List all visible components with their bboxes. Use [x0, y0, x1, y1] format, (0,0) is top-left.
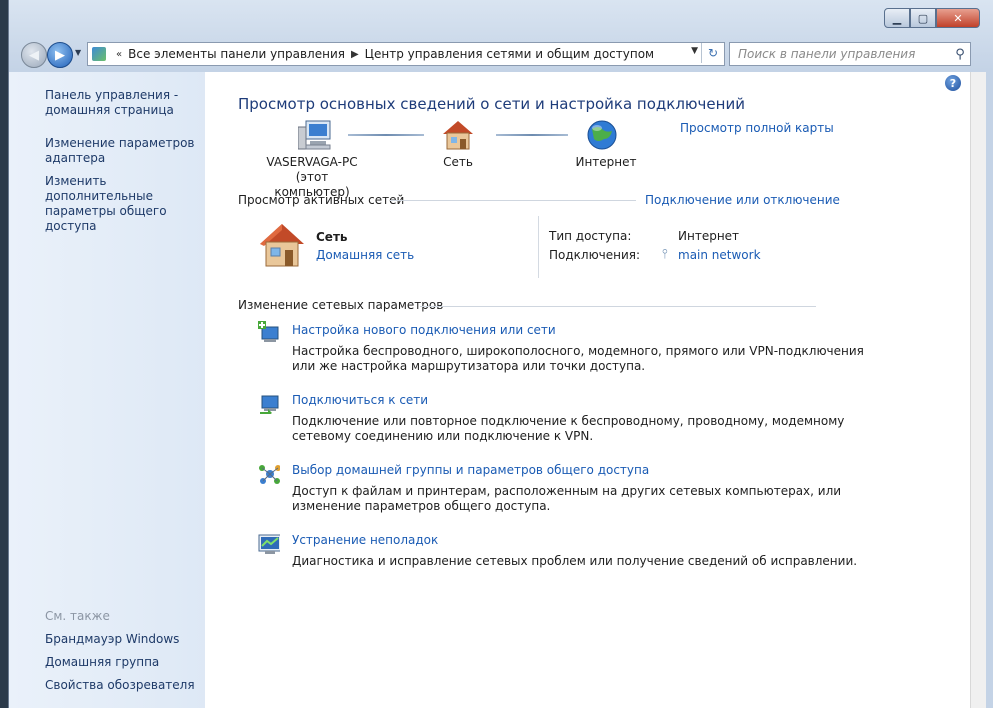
control-panel-icon — [92, 47, 106, 61]
recent-pages-dropdown[interactable]: ▼ — [75, 48, 81, 57]
breadcrumb-network-center[interactable]: Центр управления сетями и общим доступом — [365, 47, 654, 61]
caption-buttons: ▁ ▢ ✕ — [884, 8, 980, 28]
home-network-icon — [443, 121, 473, 150]
connect-disconnect-link[interactable]: Подключение или отключение — [645, 193, 840, 207]
sidebar-link-internet-options[interactable]: Свойства обозревателя — [45, 678, 210, 693]
task-connect-network-desc-2: сетевому соединению или подключение к VP… — [292, 429, 594, 443]
chevron-right-icon[interactable]: ▶ — [351, 49, 359, 60]
task-connect-network-desc-1: Подключение или повторное подключение к … — [292, 414, 845, 428]
arrow-left-icon: ◀ — [29, 47, 39, 63]
divider — [420, 306, 816, 307]
sidebar: Панель управления - домашняя страница Из… — [9, 72, 214, 708]
full-map-link[interactable]: Просмотр полной карты — [680, 121, 834, 135]
minimize-button[interactable]: ▁ — [884, 8, 910, 28]
home-network-large-icon — [260, 224, 304, 267]
task-homegroup-desc-1: Доступ к файлам и принтерам, расположенн… — [292, 484, 842, 498]
search-input[interactable]: Поиск в панели управления — [730, 47, 950, 61]
address-bar[interactable]: « Все элементы панели управления ▶ Центр… — [87, 42, 725, 66]
search-box[interactable]: Поиск в панели управления ⚲ — [729, 42, 971, 66]
task-troubleshoot-link[interactable]: Устранение неполадок — [292, 533, 438, 547]
see-also-heading: См. также — [45, 609, 110, 623]
vertical-divider — [538, 216, 539, 278]
right-edge — [970, 72, 986, 708]
computer-icon — [298, 120, 331, 150]
map-internet-label: Интернет — [575, 155, 637, 169]
task-new-connection-desc-2: или же настройка маршрутизатора или точк… — [292, 359, 646, 373]
refresh-icon: ↻ — [707, 46, 719, 60]
change-settings-heading: Изменение сетевых параметров — [238, 298, 444, 312]
page-title: Просмотр основных сведений о сети и наст… — [238, 95, 745, 113]
connections-label: Подключения: — [549, 248, 641, 262]
search-icon[interactable]: ⚲ — [950, 47, 970, 62]
map-network-label: Сеть — [443, 155, 473, 169]
sidebar-link-homegroup[interactable]: Домашняя группа — [45, 655, 210, 670]
task-connect-network-link[interactable]: Подключиться к сети — [292, 393, 428, 407]
homegroup-icon — [259, 465, 280, 484]
back-button[interactable]: ◀ — [21, 42, 47, 68]
network-type-link[interactable]: Домашняя сеть — [316, 248, 414, 262]
refresh-button[interactable]: ↻ — [701, 43, 724, 63]
navigation-bar: ◀ ▶ ▼ « Все элементы панели управления ▶… — [9, 38, 993, 70]
task-homegroup-desc-2: изменение параметров общего доступа. — [292, 499, 551, 513]
task-troubleshoot-desc: Диагностика и исправление сетевых пробле… — [292, 554, 858, 568]
close-button[interactable]: ✕ — [936, 8, 980, 28]
connection-link[interactable]: main network — [678, 248, 761, 262]
computer-name: VASERVAGA-PC — [266, 155, 358, 169]
arrow-right-icon: ▶ — [55, 47, 65, 63]
task-homegroup-link[interactable]: Выбор домашней группы и параметров общег… — [292, 463, 649, 477]
maximize-button[interactable]: ▢ — [910, 8, 936, 28]
new-connection-icon — [258, 321, 279, 342]
connection-line-network-internet — [496, 134, 568, 136]
access-type-value: Интернет — [678, 229, 740, 243]
sidebar-link-firewall[interactable]: Брандмауэр Windows — [45, 632, 210, 647]
access-type-label: Тип доступа: — [549, 229, 632, 243]
chevron-down-icon[interactable]: ▼ — [691, 46, 698, 56]
sidebar-link-home[interactable]: Панель управления - домашняя страница — [45, 88, 210, 118]
globe-icon — [587, 120, 617, 150]
connection-line-pc-network — [348, 134, 424, 136]
task-new-connection-link[interactable]: Настройка нового подключения или сети — [292, 323, 556, 337]
connect-network-icon — [260, 395, 279, 414]
ethernet-icon: ⫯ — [662, 247, 668, 262]
active-networks-heading: Просмотр активных сетей — [238, 193, 405, 207]
forward-button[interactable]: ▶ — [47, 42, 73, 68]
active-network-name: Сеть — [316, 230, 348, 244]
sidebar-link-sharing-settings[interactable]: Изменить дополнительные параметры общего… — [45, 174, 210, 234]
breadcrumb-all-items[interactable]: Все элементы панели управления — [128, 47, 345, 61]
task-new-connection-desc-1: Настройка беспроводного, широкополосного… — [292, 344, 864, 358]
divider — [390, 200, 636, 201]
help-icon[interactable]: ? — [945, 75, 961, 91]
troubleshoot-icon — [258, 534, 280, 554]
chevron-left-icon[interactable]: « — [116, 49, 122, 60]
sidebar-link-adapter-settings[interactable]: Изменение параметров адаптера — [45, 136, 210, 166]
